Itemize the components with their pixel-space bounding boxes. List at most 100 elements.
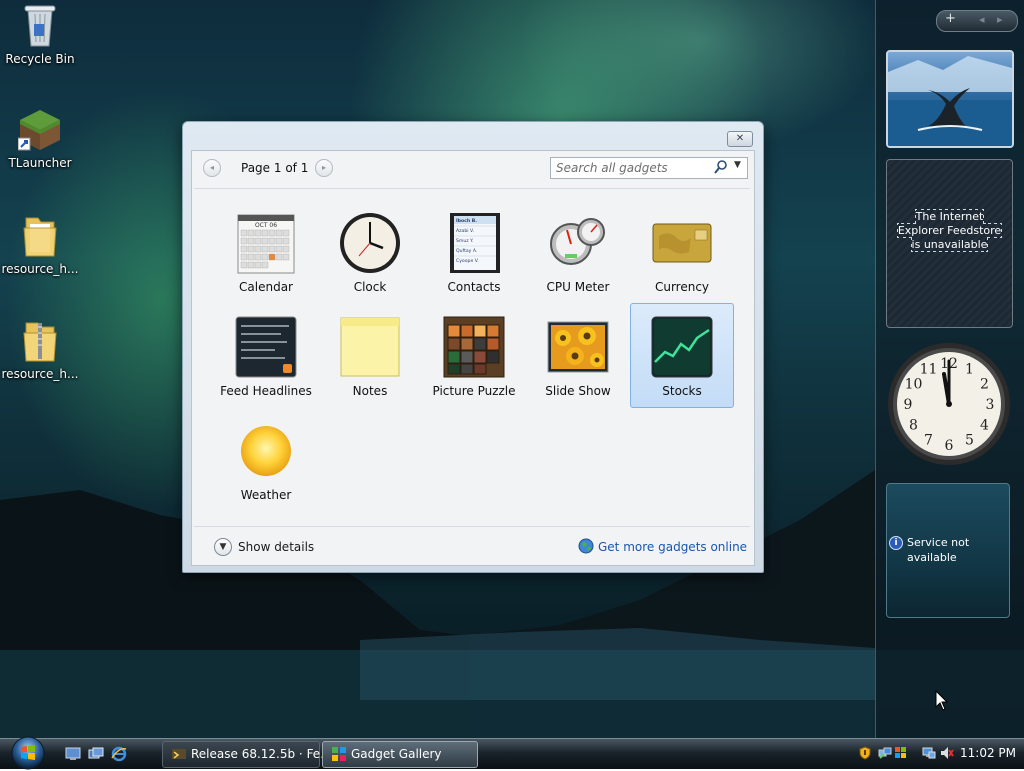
- calendar-icon: OCT 06: [237, 214, 295, 274]
- contact-name: Iboch B.: [456, 218, 477, 224]
- currency-icon: [652, 223, 712, 263]
- feed-error-message: The Internet Explorer Feedstore is unava…: [896, 209, 1003, 252]
- feed-headlines-gadget[interactable]: The Internet Explorer Feedstore is unava…: [886, 159, 1013, 328]
- start-button[interactable]: [8, 735, 48, 771]
- gadget-label: Contacts: [447, 280, 501, 294]
- feed-headlines-icon: [235, 316, 297, 378]
- clock-numeral: 5: [965, 433, 974, 449]
- show-desktop-icon[interactable]: [65, 746, 81, 762]
- search-placeholder: Search all gadgets: [556, 161, 668, 175]
- desktop-icon-tlauncher[interactable]: TLauncher: [0, 108, 80, 170]
- prev-gadgets-button[interactable]: ◂: [979, 13, 985, 26]
- gadget-tile-currency[interactable]: Currency: [630, 203, 734, 307]
- next-gadgets-button[interactable]: ▸: [997, 13, 1003, 26]
- clock-numeral: 9: [904, 397, 913, 413]
- stocks-icon: [651, 316, 713, 378]
- contact-name: Cyoope V.: [456, 258, 479, 264]
- gadget-tile-slide-show[interactable]: Slide Show: [526, 307, 630, 411]
- clock-numeral: 6: [945, 438, 954, 454]
- folder-icon: [23, 217, 57, 257]
- weather-gadget[interactable]: i Service not available: [886, 483, 1010, 618]
- weather-error-message: Service not available: [907, 536, 970, 564]
- volume-muted-icon[interactable]: [940, 746, 954, 760]
- security-shield-icon[interactable]: [858, 746, 872, 760]
- info-icon: i: [889, 536, 903, 550]
- desktop-icon-label: TLauncher: [8, 156, 72, 170]
- terminal-app-icon: [172, 749, 186, 759]
- gadget-label: Picture Puzzle: [432, 384, 516, 398]
- divider: [194, 526, 750, 527]
- chevron-down-icon: ▼: [214, 538, 232, 556]
- divider: [194, 188, 750, 189]
- system-tray: 11:02 PM: [852, 739, 1024, 769]
- clock-icon: [340, 213, 400, 273]
- search-icon[interactable]: [714, 160, 728, 174]
- zip-folder-icon: [23, 322, 57, 362]
- sidebar-controls: + ◂ ▸: [936, 10, 1018, 32]
- minecraft-grass-block-icon: [18, 110, 60, 151]
- desktop-icon-label: resource_h...: [1, 262, 79, 276]
- internet-explorer-icon[interactable]: [111, 746, 127, 762]
- desktop-icon-zip-folder[interactable]: resource_h...: [0, 317, 80, 381]
- slide-show-gadget[interactable]: [886, 50, 1014, 148]
- contact-name: Azabi V.: [456, 228, 474, 234]
- taskbar-button-label: Gadget Gallery: [351, 747, 442, 761]
- gadget-tile-notes[interactable]: Notes: [318, 307, 422, 411]
- desktop-icon-folder[interactable]: resource_h...: [0, 212, 80, 276]
- next-page-button[interactable]: ▸: [315, 159, 333, 177]
- close-button[interactable]: ✕: [727, 131, 753, 147]
- gadget-label: Weather: [240, 488, 292, 502]
- desktop-icon-recycle-bin[interactable]: Recycle Bin: [0, 2, 80, 66]
- clock-numeral: 2: [980, 377, 989, 393]
- gallery-content: ◂ Page 1 of 1 ▸ Search all gadgets ▼ OCT…: [191, 150, 755, 566]
- clock-numeral: 3: [986, 397, 995, 413]
- gadget-tile-weather[interactable]: Weather: [214, 411, 318, 515]
- previous-page-button[interactable]: ◂: [203, 159, 221, 177]
- clock-numeral: 7: [924, 433, 933, 449]
- clock-face: 121234567891011: [888, 343, 1010, 465]
- gadget-label: CPU Meter: [546, 280, 610, 294]
- gadget-tile-contacts[interactable]: Iboch B. Azabi V. Smuz Y. Quftay A. Cyoo…: [422, 203, 526, 307]
- clock-numeral: 10: [905, 377, 923, 393]
- gadget-label: Notes: [352, 384, 388, 398]
- recycle-bin-icon: [24, 5, 56, 47]
- picture-puzzle-icon: [443, 316, 505, 378]
- windows-update-icon[interactable]: [894, 746, 908, 760]
- gadget-label: Currency: [654, 280, 710, 294]
- search-input[interactable]: Search all gadgets ▼: [550, 157, 748, 179]
- network-icon[interactable]: [878, 746, 892, 760]
- gadget-label: Clock: [353, 280, 387, 294]
- gadget-label: Slide Show: [545, 384, 611, 398]
- gadget-tile-calendar[interactable]: OCT 06 Calendar: [214, 203, 318, 307]
- gadget-tile-cpu-meter[interactable]: CPU Meter: [526, 203, 630, 307]
- taskbar-button-release[interactable]: Release 68.12.5b · Fe...: [162, 741, 332, 768]
- taskbar: Release 68.12.5b · Fe... Gadget Gallery: [0, 735, 1024, 771]
- clock[interactable]: 11:02 PM: [960, 746, 1016, 760]
- clock-numeral: 4: [980, 418, 989, 434]
- globe-icon: [578, 538, 594, 554]
- clock-numeral: 1: [965, 362, 974, 378]
- display-network-icon[interactable]: [922, 746, 936, 760]
- gadget-tile-picture-puzzle[interactable]: Picture Puzzle: [422, 307, 526, 411]
- taskbar-button-gadget-gallery[interactable]: Gadget Gallery: [322, 741, 478, 768]
- gadget-tile-stocks[interactable]: Stocks: [630, 303, 734, 408]
- gadget-label: Calendar: [239, 280, 293, 294]
- gadget-tile-feed-headlines[interactable]: Feed Headlines: [214, 307, 318, 411]
- gadget-label: Stocks: [662, 384, 702, 398]
- show-details-label: Show details: [238, 540, 315, 554]
- clock-gadget[interactable]: 121234567891011: [886, 341, 1012, 467]
- taskbar-button-label: Release 68.12.5b · Fe...: [191, 747, 332, 761]
- whale-tail-image: [888, 56, 1012, 146]
- switch-windows-icon[interactable]: [88, 746, 104, 762]
- chevron-down-icon[interactable]: ▼: [734, 160, 741, 170]
- gadget-gallery-app-icon: [332, 747, 346, 761]
- gadget-tile-clock[interactable]: Clock: [318, 203, 422, 307]
- get-more-gadgets-label: Get more gadgets online: [598, 540, 748, 554]
- page-indicator: Page 1 of 1: [241, 161, 309, 175]
- add-gadget-button[interactable]: +: [945, 11, 956, 26]
- notes-icon: [340, 317, 400, 377]
- calendar-month: OCT 06: [255, 222, 277, 229]
- contacts-icon: Iboch B. Azabi V. Smuz Y. Quftay A. Cyoo…: [450, 213, 500, 273]
- mouse-cursor-icon: [935, 690, 949, 711]
- gadget-gallery-window: ✕ ◂ Page 1 of 1 ▸ Search all gadgets ▼ O…: [182, 121, 764, 573]
